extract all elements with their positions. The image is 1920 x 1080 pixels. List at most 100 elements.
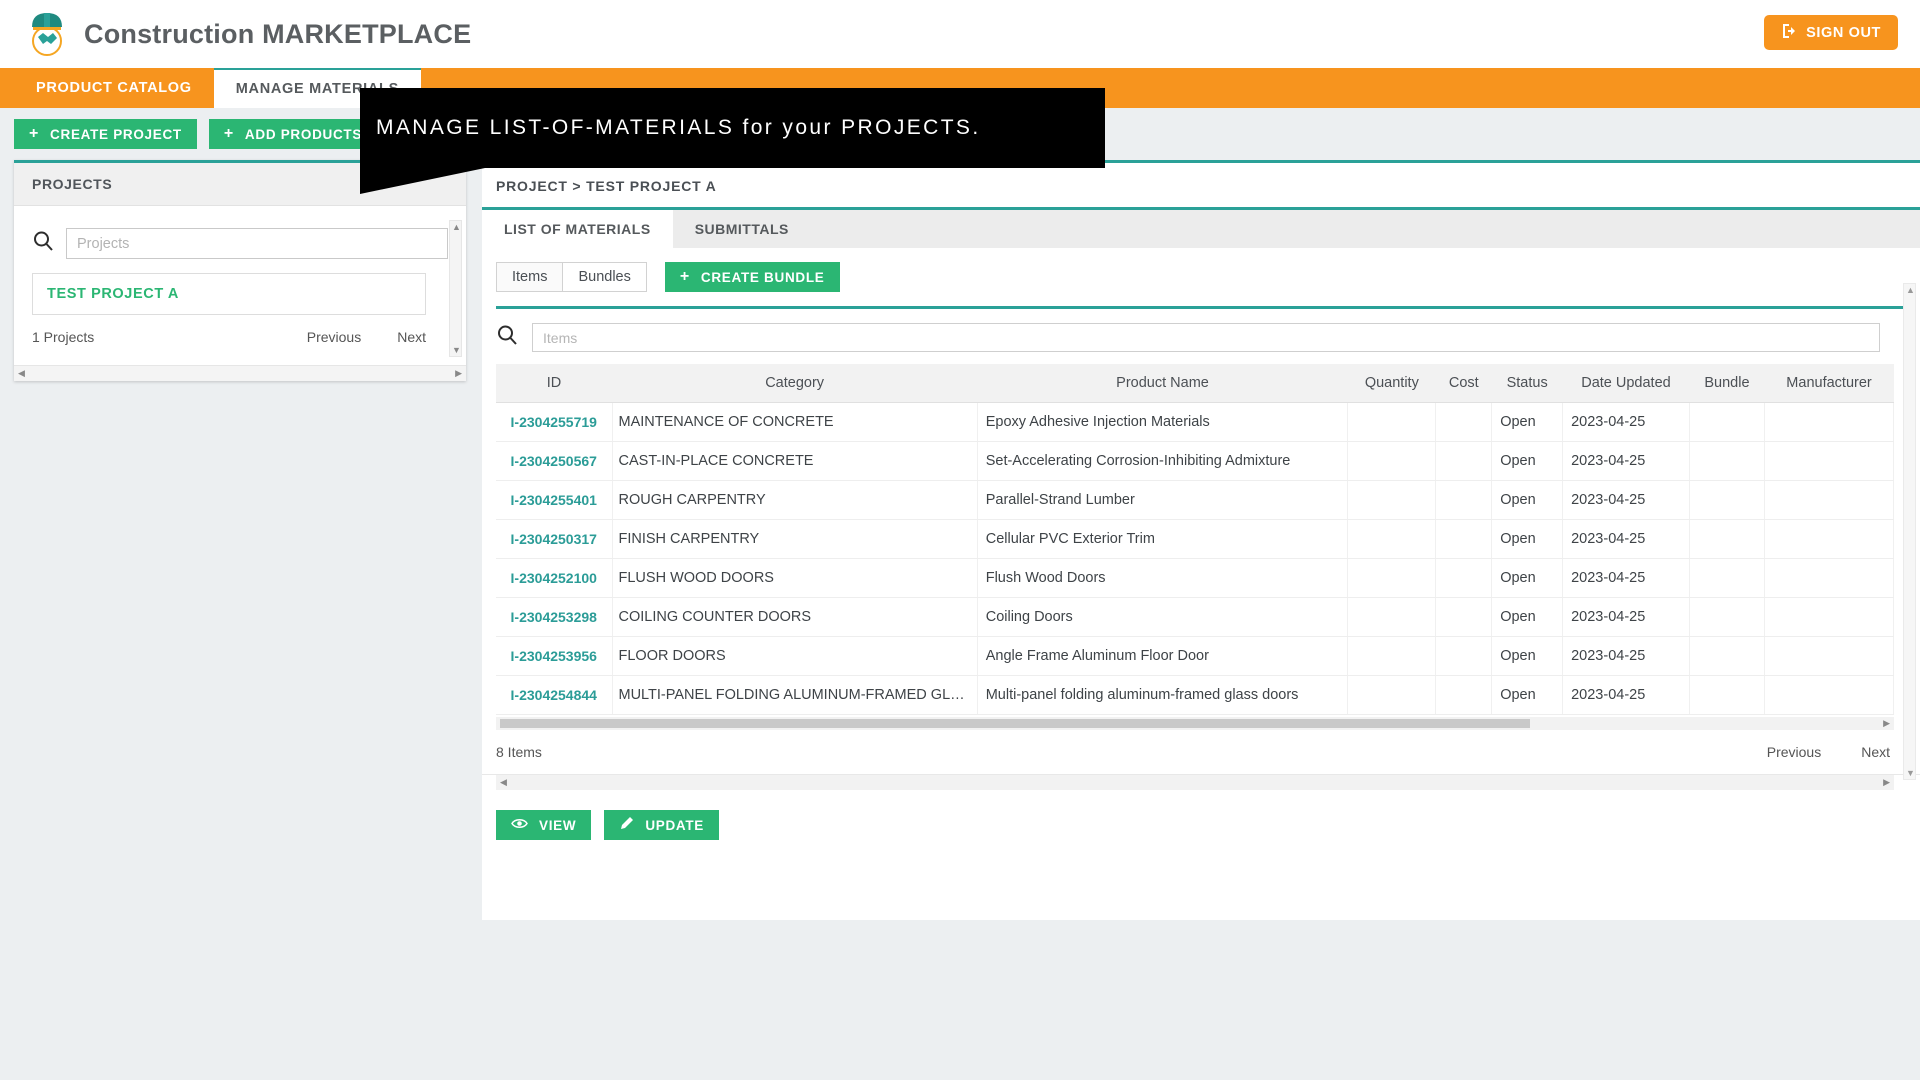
table-hscroll-outer: ◀ ▶	[482, 717, 1920, 730]
column-header-cost[interactable]: Cost	[1435, 364, 1492, 403]
items-previous-button[interactable]: Previous	[1767, 744, 1821, 760]
materials-panel: PROJECT > TEST PROJECT A LIST OF MATERIA…	[482, 160, 1920, 920]
items-count-label: 8 Items	[496, 744, 542, 760]
cell-product-name: Epoxy Adhesive Injection Materials	[977, 402, 1349, 442]
table-row[interactable]: I-2304250317 FINISH CARPENTRY Cellular PVC…	[496, 519, 1894, 559]
cell-cost	[1435, 441, 1493, 481]
projects-previous-button[interactable]: Previous	[307, 329, 361, 345]
panel-inner: Items Bundles + CREATE BUNDLE	[482, 248, 1920, 309]
cell-status: Open	[1491, 675, 1564, 715]
scroll-left-arrow-icon[interactable]: ◀	[500, 777, 507, 788]
segment-bundles[interactable]: Bundles	[563, 263, 646, 291]
cell-date-updated: 2023-04-25	[1562, 558, 1690, 598]
sign-out-button[interactable]: SIGN OUT	[1764, 15, 1898, 50]
cell-date-updated: 2023-04-25	[1562, 402, 1690, 442]
column-header-manufacturer[interactable]: Manufacturer	[1764, 364, 1894, 403]
tab-submittals[interactable]: SUBMITTALS	[673, 210, 811, 248]
scroll-down-arrow-icon[interactable]: ▼	[1906, 768, 1915, 778]
cell-manufacturer	[1764, 519, 1894, 559]
table-body: I-2304255719 MAINTENANCE OF CONCRETE Epoxy…	[496, 402, 1894, 715]
cell-product-name: Cellular PVC Exterior Trim	[977, 519, 1349, 559]
record-action-row: VIEW UPDATE	[482, 790, 1920, 840]
table-row[interactable]: I-2304253298 COILING COUNTER DOORS Coiling…	[496, 597, 1894, 637]
cell-category: FLOOR DOORS	[612, 636, 978, 676]
projects-horizontal-scrollbar[interactable]: ◀ ▶	[14, 365, 466, 381]
scroll-right-arrow-icon[interactable]: ▶	[455, 368, 462, 379]
column-header-category[interactable]: Category	[612, 364, 978, 403]
scroll-up-arrow-icon[interactable]: ▲	[1906, 285, 1915, 295]
cell-cost	[1435, 480, 1493, 520]
table-row[interactable]: I-2304255719 MAINTENANCE OF CONCRETE Epoxy…	[496, 402, 1894, 442]
scroll-down-arrow-icon[interactable]: ▼	[452, 345, 461, 355]
brand-suffix: MARKETPLACE	[262, 18, 472, 49]
cell-id[interactable]: I-2304250317	[496, 519, 613, 559]
scroll-up-arrow-icon[interactable]: ▲	[452, 222, 461, 232]
cell-id[interactable]: I-2304250567	[496, 441, 613, 481]
view-label: VIEW	[539, 817, 577, 833]
projects-next-button[interactable]: Next	[397, 329, 426, 345]
table-horizontal-scrollbar[interactable]: ◀ ▶	[496, 717, 1894, 730]
items-next-button[interactable]: Next	[1861, 744, 1890, 760]
tab-list-of-materials[interactable]: LIST OF MATERIALS	[482, 210, 673, 248]
create-project-button[interactable]: + CREATE PROJECT	[14, 119, 197, 149]
cell-bundle	[1689, 402, 1766, 442]
panel-horizontal-scrollbar[interactable]: ◀ ▶	[496, 775, 1894, 790]
scroll-right-arrow-icon[interactable]: ▶	[1883, 718, 1890, 729]
create-bundle-button[interactable]: + CREATE BUNDLE	[664, 262, 840, 292]
scrollbar-thumb[interactable]	[500, 719, 1530, 728]
cell-date-updated: 2023-04-25	[1562, 480, 1690, 520]
cell-quantity	[1347, 675, 1437, 715]
view-button[interactable]: VIEW	[496, 810, 592, 840]
scroll-left-arrow-icon[interactable]: ◀	[18, 368, 25, 379]
scroll-right-arrow-icon[interactable]: ▶	[1883, 777, 1890, 788]
column-header-product-name[interactable]: Product Name	[977, 364, 1348, 403]
nav-tab-product-catalog[interactable]: PRODUCT CATALOG	[14, 68, 214, 108]
add-products-label: ADD PRODUCTS	[244, 126, 363, 142]
cell-status: Open	[1491, 441, 1564, 481]
cell-id[interactable]: I-2304253956	[496, 636, 613, 676]
sidebar-item-test-project-a[interactable]: TEST PROJECT A	[32, 273, 426, 315]
items-search-row	[482, 309, 1920, 364]
panel-vertical-scrollbar[interactable]: ▲ ▼	[1903, 283, 1916, 780]
panel-tabstrip: LIST OF MATERIALS SUBMITTALS	[482, 210, 1920, 248]
table-row[interactable]: I-2304254844 MULTI-PANEL FOLDING ALUMINUM…	[496, 675, 1894, 715]
cell-id[interactable]: I-2304252100	[496, 558, 613, 598]
table-row[interactable]: I-2304250567 CAST-IN-PLACE CONCRETE Set-Ac…	[496, 441, 1894, 481]
plus-icon: +	[29, 125, 40, 142]
items-search-input[interactable]	[532, 323, 1880, 352]
segment-items[interactable]: Items	[497, 263, 564, 291]
table-row[interactable]: I-2304255401 ROUGH CARPENTRY Parallel-Stra…	[496, 480, 1894, 520]
brand-logo: Construction MARKETPLACE	[24, 9, 471, 59]
cell-id[interactable]: I-2304255719	[496, 402, 613, 442]
cell-id[interactable]: I-2304253298	[496, 597, 613, 637]
materials-table-wrap: ID Category Product Name Quantity Cost S…	[482, 364, 1920, 715]
search-icon	[496, 324, 518, 351]
cell-product-name: Multi-panel folding aluminum-framed glas…	[977, 675, 1349, 715]
projects-search-input[interactable]	[66, 228, 448, 259]
add-products-button[interactable]: + ADD PRODUCTS	[208, 119, 378, 149]
cell-bundle	[1689, 441, 1766, 481]
table-row[interactable]: I-2304253956 FLOOR DOORS Angle Frame Alumi…	[496, 636, 1894, 676]
eye-icon	[511, 817, 528, 833]
column-header-id[interactable]: ID	[496, 364, 612, 403]
projects-vertical-scrollbar[interactable]: ▲ ▼	[449, 220, 462, 357]
column-header-date-updated[interactable]: Date Updated	[1562, 364, 1690, 403]
column-header-bundle[interactable]: Bundle	[1689, 364, 1765, 403]
items-bundles-segmented-control: Items Bundles	[496, 262, 647, 292]
column-header-quantity[interactable]: Quantity	[1347, 364, 1436, 403]
projects-count-label: 1 Projects	[32, 329, 95, 345]
projects-sidebar-body: TEST PROJECT A 1 Projects Previous Next …	[14, 206, 466, 365]
cell-product-name: Parallel-Strand Lumber	[977, 480, 1349, 520]
cell-manufacturer	[1764, 597, 1894, 637]
table-row[interactable]: I-2304252100 FLUSH WOOD DOORS Flush Wood D…	[496, 558, 1894, 598]
cell-cost	[1435, 519, 1493, 559]
materials-table: ID Category Product Name Quantity Cost S…	[496, 364, 1894, 715]
cell-id[interactable]: I-2304254844	[496, 675, 613, 715]
update-button[interactable]: UPDATE	[604, 810, 720, 840]
cell-id[interactable]: I-2304255401	[496, 480, 613, 520]
cell-manufacturer	[1764, 675, 1894, 715]
cell-cost	[1435, 597, 1493, 637]
app-header: Construction MARKETPLACE SIGN OUT	[0, 0, 1920, 68]
cell-status: Open	[1491, 597, 1564, 637]
column-header-status[interactable]: Status	[1491, 364, 1563, 403]
